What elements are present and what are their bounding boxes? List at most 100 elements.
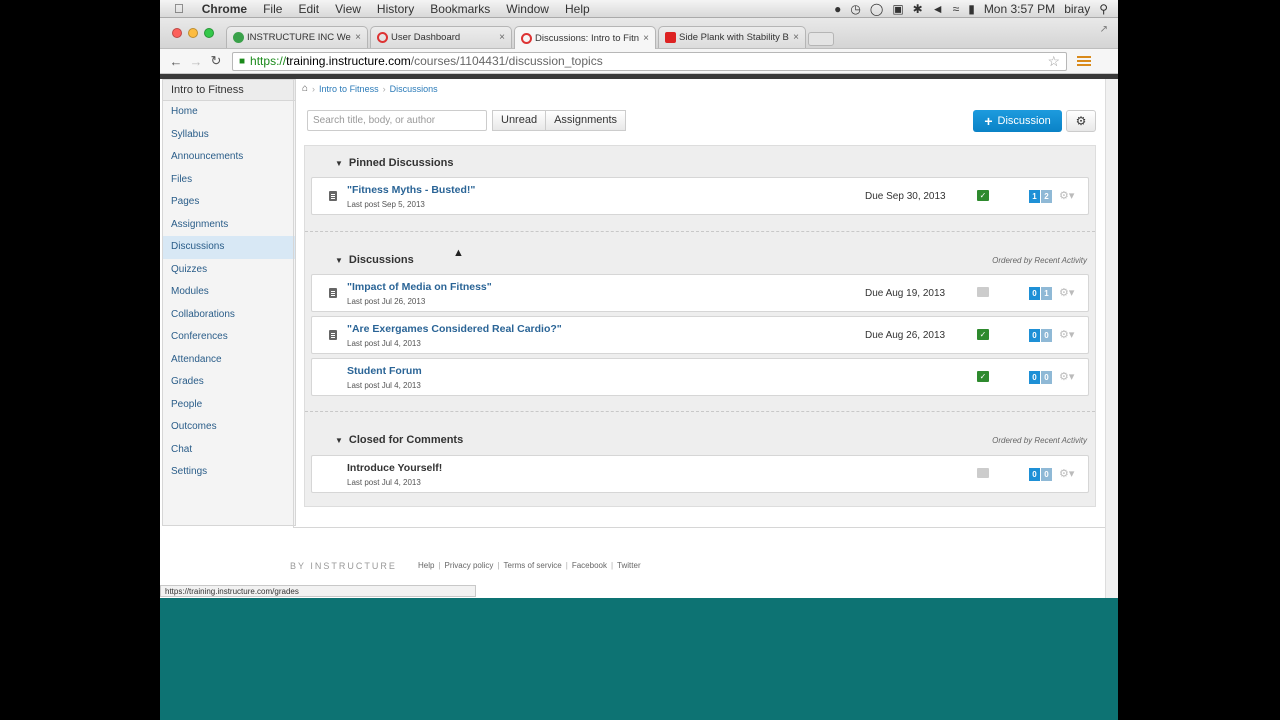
- sidebar-item-announcements[interactable]: Announcements: [163, 146, 295, 169]
- ordered-by-label: Ordered by Recent Activity: [992, 256, 1087, 265]
- minimize-window-icon[interactable]: [188, 28, 198, 38]
- footer-twitter-link[interactable]: Twitter: [617, 561, 641, 570]
- menu-view[interactable]: View: [327, 2, 369, 16]
- footer-terms-link[interactable]: Terms of service: [504, 561, 562, 570]
- discussion-title[interactable]: "Are Exergames Considered Real Cardio?": [347, 323, 562, 335]
- sidebar-item-files[interactable]: Files: [163, 169, 295, 192]
- address-bar[interactable]: ■ https:// training.instructure.com /cou…: [232, 51, 1067, 71]
- spotlight-icon[interactable]: ⚲: [1099, 2, 1108, 16]
- discussion-title[interactable]: "Fitness Myths - Busted!": [347, 184, 475, 196]
- discussion-row[interactable]: "Are Exergames Considered Real Cardio?" …: [311, 316, 1089, 354]
- close-tab-icon[interactable]: ×: [355, 32, 361, 43]
- discussion-title[interactable]: Student Forum: [347, 365, 422, 377]
- menu-history[interactable]: History: [369, 2, 422, 16]
- published-check-icon[interactable]: ✓: [977, 329, 989, 340]
- page-scrollbar[interactable]: [1105, 79, 1118, 598]
- breadcrumb-course[interactable]: Intro to Fitness: [319, 84, 379, 94]
- time-machine-icon[interactable]: ◷: [850, 2, 860, 16]
- volume-icon[interactable]: ◄: [932, 2, 944, 16]
- sidebar-item-chat[interactable]: Chat: [163, 439, 295, 462]
- user-name[interactable]: biray: [1064, 2, 1090, 16]
- row-gear-icon[interactable]: ⚙▾: [1059, 286, 1074, 299]
- zoom-window-icon[interactable]: [204, 28, 214, 38]
- footer-privacy-link[interactable]: Privacy policy: [445, 561, 494, 570]
- new-tab-button[interactable]: [808, 32, 834, 46]
- sidebar-item-syllabus[interactable]: Syllabus: [163, 124, 295, 147]
- pinned-section-header[interactable]: ▼ Pinned Discussions: [335, 157, 453, 169]
- published-check-icon[interactable]: ✓: [977, 190, 989, 201]
- battery-icon[interactable]: ▮: [968, 2, 975, 16]
- discussion-title[interactable]: "Impact of Media on Fitness": [347, 281, 492, 293]
- menu-help[interactable]: Help: [557, 2, 598, 16]
- chrome-menu-icon[interactable]: [1077, 56, 1091, 66]
- sidebar-item-assignments[interactable]: Assignments: [163, 214, 295, 237]
- wifi-icon[interactable]: ≈: [953, 2, 960, 16]
- discussion-row[interactable]: "Impact of Media on Fitness" Last post J…: [311, 274, 1089, 312]
- reload-icon[interactable]: ↻: [206, 53, 226, 69]
- discussion-row[interactable]: "Fitness Myths - Busted!" Last post Sep …: [311, 177, 1089, 215]
- course-title[interactable]: Intro to Fitness: [163, 80, 295, 101]
- sidebar-item-collaborations[interactable]: Collaborations: [163, 304, 295, 327]
- discussion-row[interactable]: Introduce Yourself! Last post Jul 4, 201…: [311, 455, 1089, 493]
- close-tab-icon[interactable]: ×: [643, 33, 649, 44]
- close-tab-icon[interactable]: ×: [499, 32, 505, 43]
- unread-filter-button[interactable]: Unread: [492, 110, 547, 131]
- menu-edit[interactable]: Edit: [290, 2, 327, 16]
- settings-gear-button[interactable]: ⚙: [1066, 110, 1096, 132]
- status-person-icon[interactable]: ●: [834, 2, 841, 16]
- row-gear-icon[interactable]: ⚙▾: [1059, 467, 1074, 480]
- sidebar-item-outcomes[interactable]: Outcomes: [163, 416, 295, 439]
- sidebar-item-attendance[interactable]: Attendance: [163, 349, 295, 372]
- sidebar-item-pages[interactable]: Pages: [163, 191, 295, 214]
- fullscreen-icon[interactable]: ↗: [1100, 24, 1108, 35]
- back-icon[interactable]: ←: [166, 54, 186, 69]
- home-icon[interactable]: ⌂: [302, 83, 308, 94]
- due-date: Due Aug 19, 2013: [865, 288, 946, 299]
- close-window-icon[interactable]: [172, 28, 182, 38]
- row-gear-icon[interactable]: ⚙▾: [1059, 189, 1074, 202]
- sidebar-item-home[interactable]: Home: [163, 101, 295, 124]
- bluetooth-icon[interactable]: ✱: [913, 2, 923, 16]
- breadcrumb-discussions[interactable]: Discussions: [390, 84, 438, 94]
- close-tab-icon[interactable]: ×: [793, 32, 799, 43]
- closed-section-header[interactable]: ▼ Closed for Comments: [335, 434, 463, 446]
- ordered-by-label: Ordered by Recent Activity: [992, 436, 1087, 445]
- bookmark-star-icon[interactable]: ☆: [1047, 53, 1060, 70]
- assignments-filter-button[interactable]: Assignments: [546, 110, 627, 131]
- sidebar-item-quizzes[interactable]: Quizzes: [163, 259, 295, 282]
- discussion-title[interactable]: Introduce Yourself!: [347, 462, 442, 474]
- menu-file[interactable]: File: [255, 2, 290, 16]
- sidebar-item-conferences[interactable]: Conferences: [163, 326, 295, 349]
- mouse-cursor-icon: ▲: [453, 247, 464, 259]
- by-instructure-logo[interactable]: BY INSTRUCTURE: [290, 561, 397, 571]
- clock-text[interactable]: Mon 3:57 PM: [984, 2, 1055, 16]
- tab-discussions[interactable]: Discussions: Intro to Fitne ×: [514, 26, 656, 49]
- unpublished-icon[interactable]: [977, 468, 989, 478]
- discussions-section-header[interactable]: ▼ Discussions: [335, 254, 414, 266]
- tab-side-plank[interactable]: Side Plank with Stability Ba ×: [658, 26, 806, 48]
- apple-icon[interactable]: : [160, 1, 194, 16]
- row-gear-icon[interactable]: ⚙▾: [1059, 328, 1074, 341]
- search-input[interactable]: Search title, body, or author: [307, 110, 487, 131]
- footer-facebook-link[interactable]: Facebook: [572, 561, 607, 570]
- forward-icon[interactable]: →: [186, 54, 206, 69]
- sidebar-item-modules[interactable]: Modules: [163, 281, 295, 304]
- last-post: Last post Jul 4, 2013: [347, 339, 421, 348]
- sidebar-item-people[interactable]: People: [163, 394, 295, 417]
- sidebar-item-grades[interactable]: Grades: [163, 371, 295, 394]
- sync-icon[interactable]: ◯: [870, 2, 883, 16]
- add-discussion-button[interactable]: + Discussion: [973, 110, 1062, 132]
- unpublished-icon[interactable]: [977, 287, 989, 297]
- display-icon[interactable]: ▣: [892, 2, 903, 16]
- footer-help-link[interactable]: Help: [418, 561, 434, 570]
- sidebar-item-settings[interactable]: Settings: [163, 461, 295, 484]
- menu-window[interactable]: Window: [498, 2, 557, 16]
- sidebar-item-discussions[interactable]: Discussions: [163, 236, 295, 259]
- discussion-row[interactable]: Student Forum Last post Jul 4, 2013 ✓ 00…: [311, 358, 1089, 396]
- published-check-icon[interactable]: ✓: [977, 371, 989, 382]
- tab-user-dashboard[interactable]: User Dashboard ×: [370, 26, 512, 48]
- menu-bookmarks[interactable]: Bookmarks: [422, 2, 498, 16]
- row-gear-icon[interactable]: ⚙▾: [1059, 370, 1074, 383]
- menu-app-name[interactable]: Chrome: [194, 2, 255, 16]
- tab-webex[interactable]: INSTRUCTURE INC WebEx ×: [226, 26, 368, 48]
